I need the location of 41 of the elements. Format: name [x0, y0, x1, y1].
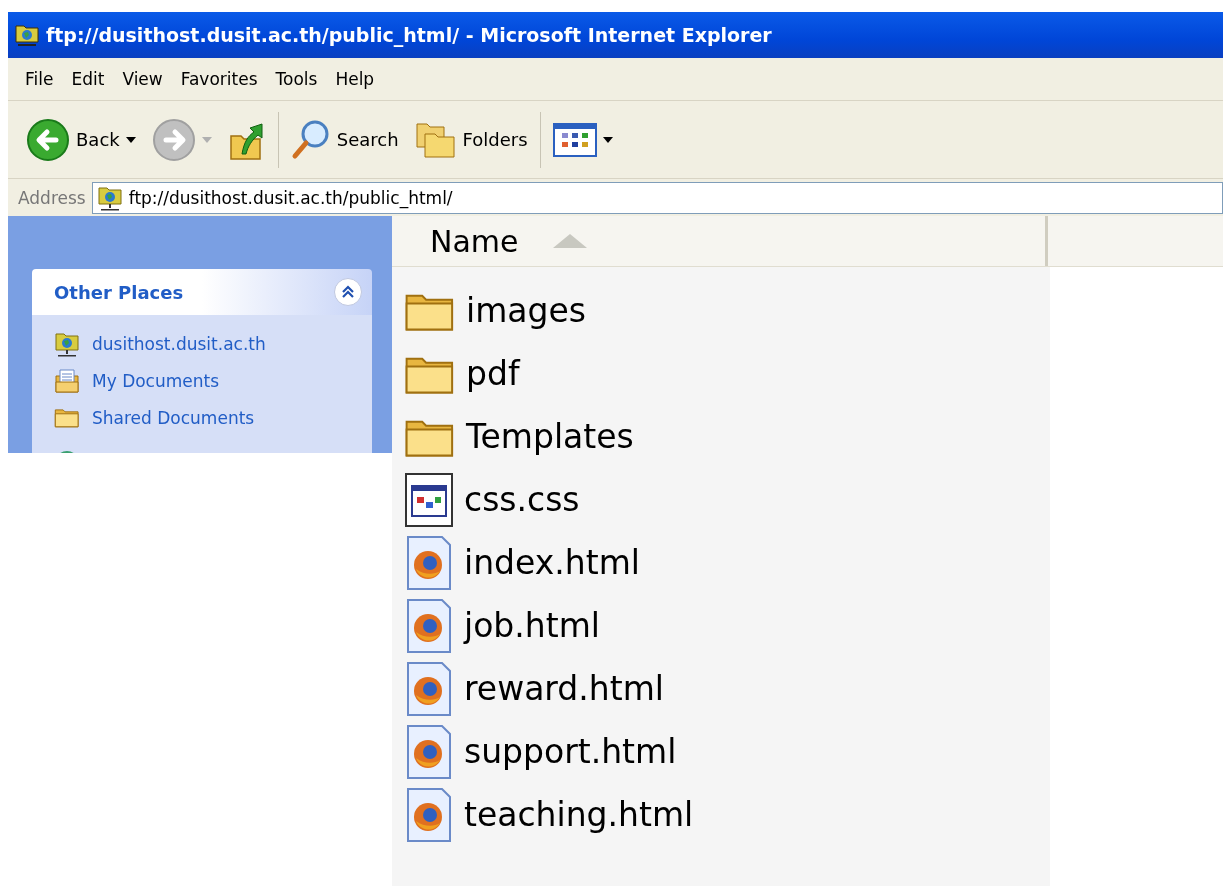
file-name[interactable]: teaching.html	[464, 795, 694, 834]
panel-title: Other Places	[54, 281, 184, 303]
double-chevron-icon	[341, 285, 355, 299]
caret-icon	[201, 136, 212, 143]
place-link[interactable]: Shared Documents	[92, 407, 255, 428]
search-button[interactable]: Search	[284, 113, 405, 166]
menu-item[interactable]: Help	[326, 69, 384, 89]
menu-item[interactable]: Tools	[266, 69, 327, 89]
menu-item[interactable]: File	[16, 69, 63, 89]
stylesheet-file-icon	[404, 471, 454, 528]
file-name[interactable]: index.html	[464, 543, 640, 582]
menu-item[interactable]: Favorites	[171, 69, 267, 89]
folder-icon	[54, 406, 80, 429]
file-name[interactable]: reward.html	[464, 669, 664, 708]
folders-button[interactable]: Folders	[408, 115, 534, 164]
file-name[interactable]: pdf	[466, 354, 520, 393]
address-field[interactable]: ftp://dusithost.dusit.ac.th/public_html/	[91, 181, 1223, 214]
html-file-icon	[404, 660, 454, 717]
caret-icon	[602, 136, 613, 143]
place-link[interactable]: My Documents	[92, 370, 220, 391]
ftp-folder-icon	[14, 22, 40, 48]
html-file-icon	[404, 786, 454, 843]
place-link[interactable]: dusithost.dusit.ac.th	[92, 333, 266, 354]
back-button[interactable]: Back	[20, 113, 142, 166]
file-name[interactable]: images	[466, 291, 586, 330]
documents-folder-icon	[54, 367, 80, 394]
sort-up-icon	[552, 234, 587, 248]
file-name[interactable]: job.html	[464, 606, 600, 645]
html-file-icon	[404, 534, 454, 591]
grid-icon	[552, 122, 597, 157]
html-file-icon	[404, 723, 454, 780]
file-name[interactable]: support.html	[464, 732, 677, 771]
file-name[interactable]: Templates	[466, 417, 634, 456]
menu-item[interactable]: View	[113, 69, 172, 89]
address-label: Address	[18, 187, 86, 208]
window-title: ftp://dusithost.dusit.ac.th/public_html/ - Microsoft Internet Explorer	[46, 24, 772, 46]
menu-item[interactable]: Edit	[62, 69, 114, 89]
file-name[interactable]: css.css	[464, 480, 580, 519]
html-file-icon	[404, 597, 454, 654]
collapse-button[interactable]	[334, 278, 362, 306]
caret-icon	[125, 136, 136, 143]
